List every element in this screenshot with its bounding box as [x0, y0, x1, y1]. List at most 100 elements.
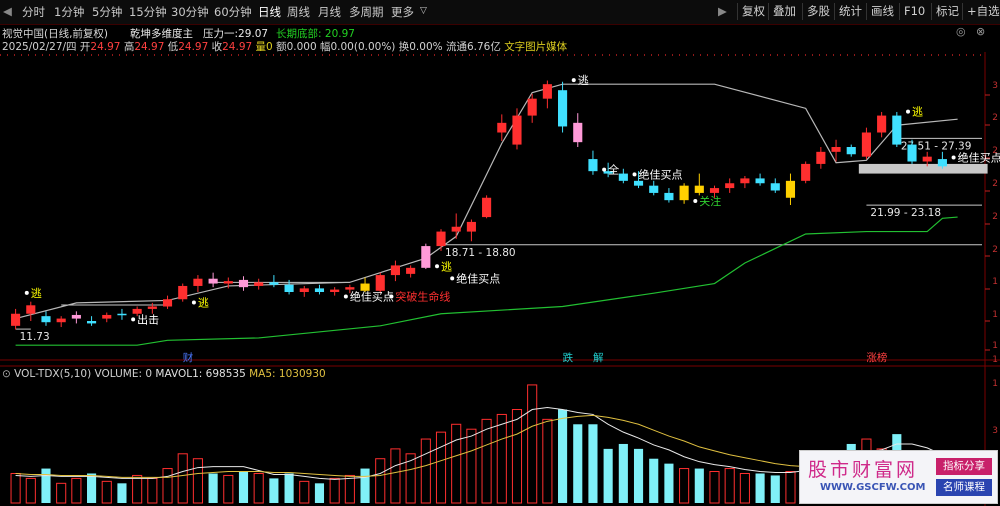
signal-dot	[343, 294, 348, 299]
candle-body	[618, 173, 628, 181]
volume-bar	[87, 473, 97, 503]
volume-bar	[420, 438, 431, 504]
watermark-badge-share[interactable]: 指标分享	[936, 458, 992, 475]
signal-dot	[450, 276, 455, 281]
price-chart[interactable]: 11.7318.71 - 18.8021.99 - 23.1827.51 - 2…	[0, 0, 1000, 506]
signal-dot	[602, 167, 607, 172]
volume-bar	[132, 474, 143, 504]
volume-bar	[739, 472, 750, 504]
volume-bar	[679, 468, 690, 504]
volume-toggle-icon[interactable]: ⊙	[2, 368, 11, 380]
volume-bar	[694, 468, 704, 503]
price-level-label: 18.71 - 18.80	[445, 247, 516, 259]
candle-body	[664, 192, 674, 201]
candle-body	[26, 305, 36, 314]
axis-tick-label: 1	[992, 277, 998, 287]
event-marker: 解	[593, 351, 604, 364]
axis-tick-label: 1	[992, 341, 998, 351]
volume-bar	[496, 413, 507, 504]
watermark-badge-course[interactable]: 名师课程	[936, 479, 992, 496]
candle-body	[375, 275, 385, 291]
volume-bar	[253, 472, 264, 504]
volume-bar	[269, 478, 279, 503]
volume-bar	[527, 384, 538, 504]
axis-tick-label: 2	[992, 146, 998, 156]
candle-body	[831, 147, 841, 152]
signal-label: 逃	[578, 74, 589, 87]
volume-bar	[147, 477, 158, 504]
candle-body	[436, 231, 446, 247]
support-zone	[858, 163, 988, 174]
candle-body	[421, 246, 431, 268]
candle-body	[725, 183, 735, 189]
signal-dot	[906, 109, 911, 114]
watermark-url: WWW.GSCFW.COM	[820, 482, 926, 493]
candle-body	[846, 147, 856, 155]
candle-body	[193, 278, 203, 286]
volume-bar	[208, 473, 218, 503]
candle-body	[390, 265, 400, 276]
volume-bar	[709, 471, 720, 504]
volume-bar	[41, 468, 51, 503]
volume-bar	[558, 409, 568, 503]
volume-bar	[451, 423, 462, 504]
volume-bar	[542, 418, 553, 504]
axis-tick-label: 2	[992, 245, 998, 255]
volume-bar	[360, 468, 370, 503]
volume-bar	[466, 428, 477, 504]
candle-body	[877, 115, 887, 133]
candle-body	[330, 289, 340, 292]
candle-body	[299, 288, 309, 292]
signal-dot	[191, 300, 196, 305]
volume-bar	[375, 458, 386, 504]
candle-body	[755, 178, 765, 184]
candle-body	[770, 183, 780, 191]
candle-body	[588, 159, 598, 172]
volume-bar	[390, 448, 401, 504]
candle-body	[801, 163, 811, 181]
axis-tick-label: 3	[992, 81, 998, 91]
volume-bar	[344, 474, 355, 504]
volume-bar	[223, 474, 234, 504]
signal-label: 出击	[137, 312, 159, 326]
candle-body	[679, 185, 689, 201]
volume-bar	[101, 480, 112, 504]
candle-body	[223, 281, 233, 284]
candle-body	[162, 299, 173, 307]
candle-body	[709, 188, 720, 193]
signal-label: 逃	[912, 106, 923, 119]
price-level-label: 11.73	[20, 331, 50, 343]
volume-bar	[588, 424, 598, 503]
axis-tick-label: 1	[992, 379, 998, 389]
candle-body	[558, 90, 568, 127]
volume-bar	[162, 468, 173, 504]
candle-body	[208, 278, 218, 284]
candle-body	[56, 318, 66, 323]
signal-label: 突破生命线	[395, 289, 450, 303]
signal-dot	[632, 172, 637, 177]
candle-body	[102, 314, 112, 319]
event-marker: 跌	[563, 351, 574, 364]
candle-body	[816, 151, 826, 164]
signal-dot	[389, 294, 394, 299]
volume-bar	[117, 483, 127, 503]
volume-bar	[618, 443, 628, 503]
signal-dot	[951, 155, 956, 160]
candle-body	[147, 306, 157, 309]
volume-bar	[314, 483, 325, 503]
candle-body	[117, 313, 127, 316]
volume-bar	[649, 458, 659, 503]
candle-body	[892, 115, 902, 145]
volume-bar	[770, 475, 780, 503]
signal-label: 逃	[441, 260, 452, 273]
candle-body	[861, 132, 871, 157]
candle-body	[907, 144, 917, 162]
candle-body	[269, 282, 279, 285]
volume-header: ⊙ VOL-TDX(5,10) VOLUME: 0 MAVOL1: 698535…	[2, 368, 326, 380]
signal-dot	[693, 199, 698, 203]
signal-label: 绝佳买点	[639, 167, 683, 181]
candle-body	[178, 285, 188, 300]
candle-body	[542, 84, 552, 99]
signal-dot	[131, 317, 136, 322]
volume-bar	[329, 477, 340, 504]
